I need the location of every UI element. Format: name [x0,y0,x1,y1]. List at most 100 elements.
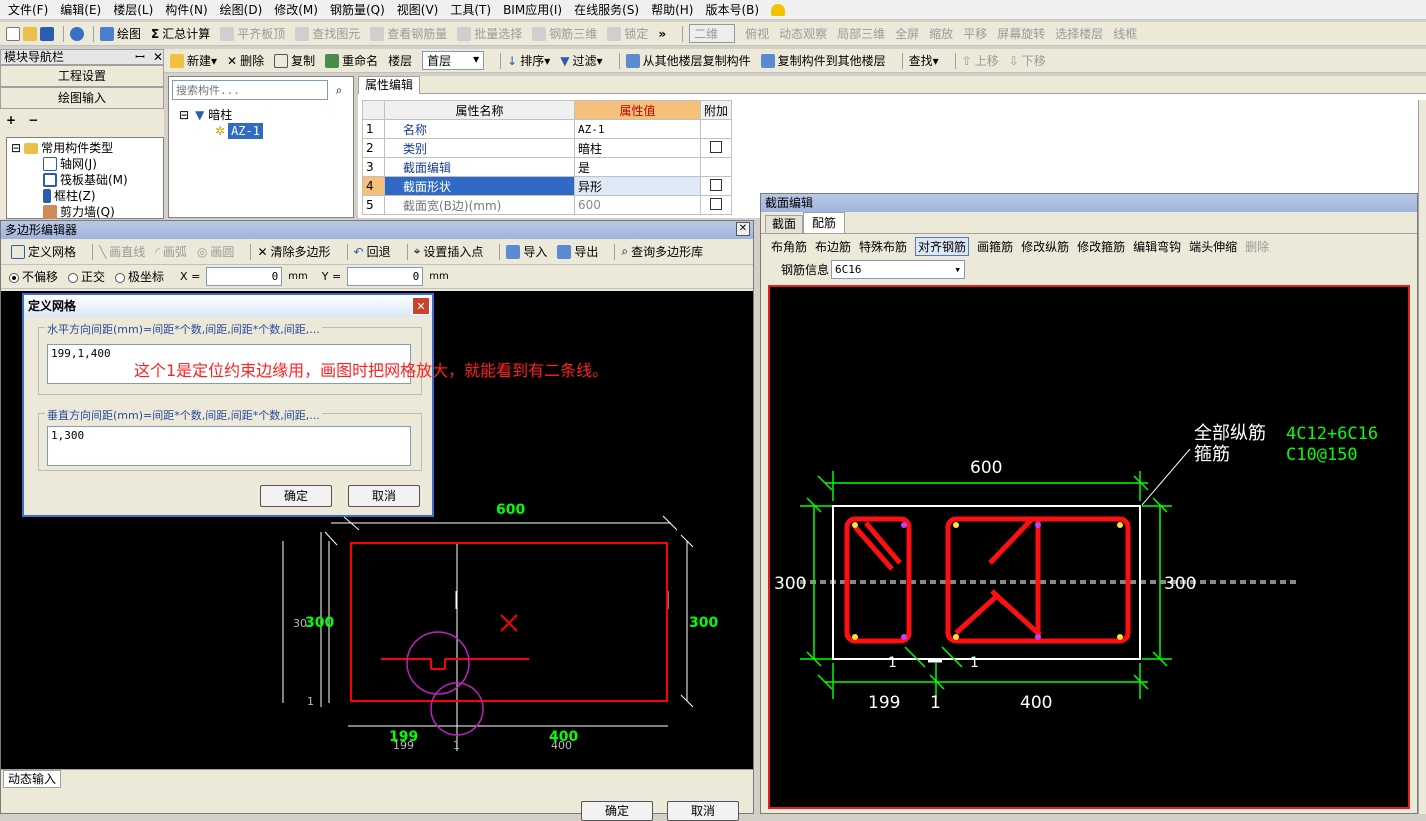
extra-checkbox[interactable] [710,178,722,191]
menu-edit[interactable]: 编辑(E) [60,1,101,18]
query-library-button[interactable]: ⌕ 查询多边形库 [621,243,703,260]
pin-icon[interactable]: ꟷ [135,50,145,64]
lock-button[interactable]: 锁定 [607,25,648,42]
copy-from-floor-button[interactable]: 从其他楼层复制构件 [625,52,751,69]
copy-to-floor-button[interactable]: 复制构件到其他楼层 [760,52,886,69]
mode-ortho[interactable]: 正交 [68,268,105,285]
clear-polygon-button[interactable]: ✕ 清除多边形 [257,243,330,260]
pan-button[interactable]: 平移 [963,25,987,42]
tree-node-az1[interactable]: ✲ AZ-1 [179,123,343,139]
view-mode-select[interactable]: 二维 [689,24,736,43]
undo-icon[interactable] [70,26,84,41]
corner-rebar-button[interactable]: 布角筋 [771,238,807,255]
menu-draw[interactable]: 绘图(D) [220,1,263,18]
local-3d-button[interactable]: 局部三维 [837,25,885,42]
poly-ok-button[interactable]: 确定 [581,801,653,821]
vertical-spacing-input[interactable]: 1,300 [47,426,411,466]
tree-node-raft[interactable]: 筏板基础(M) [11,172,159,188]
draw-circle-button[interactable]: ◎ 画圆 [197,243,235,260]
close-icon[interactable]: ✕ [736,222,750,236]
tree-node-shear-wall[interactable]: 剪力墙(Q) [11,204,159,220]
grid-cancel-button[interactable]: 取消 [348,485,420,507]
modify-longitudinal-button[interactable]: 修改纵筋 [1021,238,1069,255]
new-component-button[interactable]: 新建 ▾ [170,52,217,69]
menu-file[interactable]: 文件(F) [8,1,48,18]
menu-tools[interactable]: 工具(T) [450,1,491,18]
save-icon[interactable] [40,26,54,41]
component-search-input[interactable] [172,80,328,100]
import-button[interactable]: 导入 [506,243,547,260]
floor-select[interactable]: 首层 ▾ [422,51,485,70]
tree-node-frame-column[interactable]: 框柱(Z) [11,188,159,204]
zoom-button[interactable]: 缩放 [929,25,953,42]
menu-component[interactable]: 构件(N) [165,1,207,18]
edge-rebar-button[interactable]: 布边筋 [815,238,851,255]
collapse-all-icon[interactable]: − [28,113,38,127]
poly-cancel-button[interactable]: 取消 [667,801,739,821]
draw-arc-button[interactable]: ◜ 画弧 [155,243,187,260]
view-rebar-button[interactable]: 查看钢筋量 [370,25,447,42]
main-scrollbar[interactable] [1418,100,1426,814]
table-row[interactable]: 2 类别 暗柱 [362,138,733,158]
tree-node-hidden-column[interactable]: ⊟ ▼ 暗柱 [179,107,343,123]
sum-button[interactable]: Σ 汇总计算 [151,25,210,42]
open-icon[interactable] [23,26,37,41]
delete-component-button[interactable]: ✕ 删除 [227,52,264,69]
menu-view[interactable]: 视图(V) [397,1,439,18]
close-icon[interactable]: ✕ [153,50,163,64]
rebar-3d-button[interactable]: 钢筋三维 [532,25,597,42]
x-input[interactable]: 0 [206,267,283,286]
menu-version[interactable]: 版本号(B) [705,1,759,18]
search-icon[interactable]: ⌕ [328,80,350,100]
end-extend-button[interactable]: 端头伸缩 [1189,238,1237,255]
find-element-button[interactable]: 查找图元 [295,25,360,42]
copy-component-button[interactable]: 复制 [274,52,315,69]
table-row[interactable]: 3 截面编辑是 [362,157,733,177]
menu-bim[interactable]: BIM应用(I) [503,1,562,18]
draw-button[interactable]: 绘图 [100,25,141,42]
menu-online[interactable]: 在线服务(S) [574,1,639,18]
set-insert-point-button[interactable]: ⌖ 设置插入点 [414,243,484,260]
tab-section[interactable]: 截面 [765,215,804,233]
new-file-icon[interactable] [6,26,20,41]
define-grid-button[interactable]: 定义网格 [11,243,76,260]
fullscreen-button[interactable]: 全屏 [895,25,919,42]
menu-floor[interactable]: 楼层(L) [113,1,153,18]
batch-select-button[interactable]: 批量选择 [457,25,522,42]
export-button[interactable]: 导出 [557,243,598,260]
align-top-button[interactable]: 平齐板顶 [220,25,285,42]
tab-property-edit[interactable]: 属性编辑 [358,76,421,94]
dynamic-view-button[interactable]: 动态观察 [779,25,827,42]
mode-no-offset[interactable]: 不偏移 [9,268,58,285]
table-row-selected[interactable]: 4 截面形状 异形 [362,176,733,196]
draw-stirrup-button[interactable]: 画箍筋 [977,238,1013,255]
filter-button[interactable]: ▼ 过滤 ▾ [560,52,602,69]
extra-checkbox[interactable] [710,140,722,153]
rebar-info-select[interactable]: 6C16 ▾ [831,259,966,279]
tree-node-axis[interactable]: 轴网(J) [11,156,159,172]
sort-button[interactable]: ↓ 排序 ▾ [507,52,550,69]
move-down-button[interactable]: ⇩ 下移 [1009,52,1046,69]
align-rebar-button[interactable]: 对齐钢筋 [915,236,970,256]
undo-button[interactable]: ↶ 回退 [354,243,391,260]
select-floor-button[interactable]: 选择楼层 [1055,25,1103,42]
menu-modify[interactable]: 修改(M) [274,1,318,18]
draw-input-button[interactable]: 绘图输入 [0,87,164,109]
delete-rebar-button[interactable]: 删除 [1245,238,1269,255]
project-settings-button[interactable]: 工程设置 [0,65,164,87]
menu-rebar[interactable]: 钢筋量(Q) [330,1,385,18]
rotate-button[interactable]: 屏幕旋转 [997,25,1045,42]
modify-stirrup-button[interactable]: 修改箍筋 [1077,238,1125,255]
edit-hook-button[interactable]: 编辑弯钩 [1133,238,1181,255]
table-row[interactable]: 1 名称 AZ-1 [362,119,733,139]
grid-ok-button[interactable]: 确定 [260,485,332,507]
table-row[interactable]: 5 截面宽(B边)(mm) 600 [362,195,733,215]
more-chevron[interactable]: » [658,27,666,41]
expand-all-icon[interactable]: + [6,113,16,127]
dynamic-input-tab[interactable]: 动态输入 [3,770,62,788]
tab-rebar[interactable]: 配筋 [803,212,846,233]
extra-checkbox[interactable] [710,197,722,210]
draw-line-button[interactable]: ╲ 画直线 [99,243,145,260]
find-button[interactable]: 查找 ▾ [909,52,939,69]
top-view-button[interactable]: 俯视 [745,25,769,42]
